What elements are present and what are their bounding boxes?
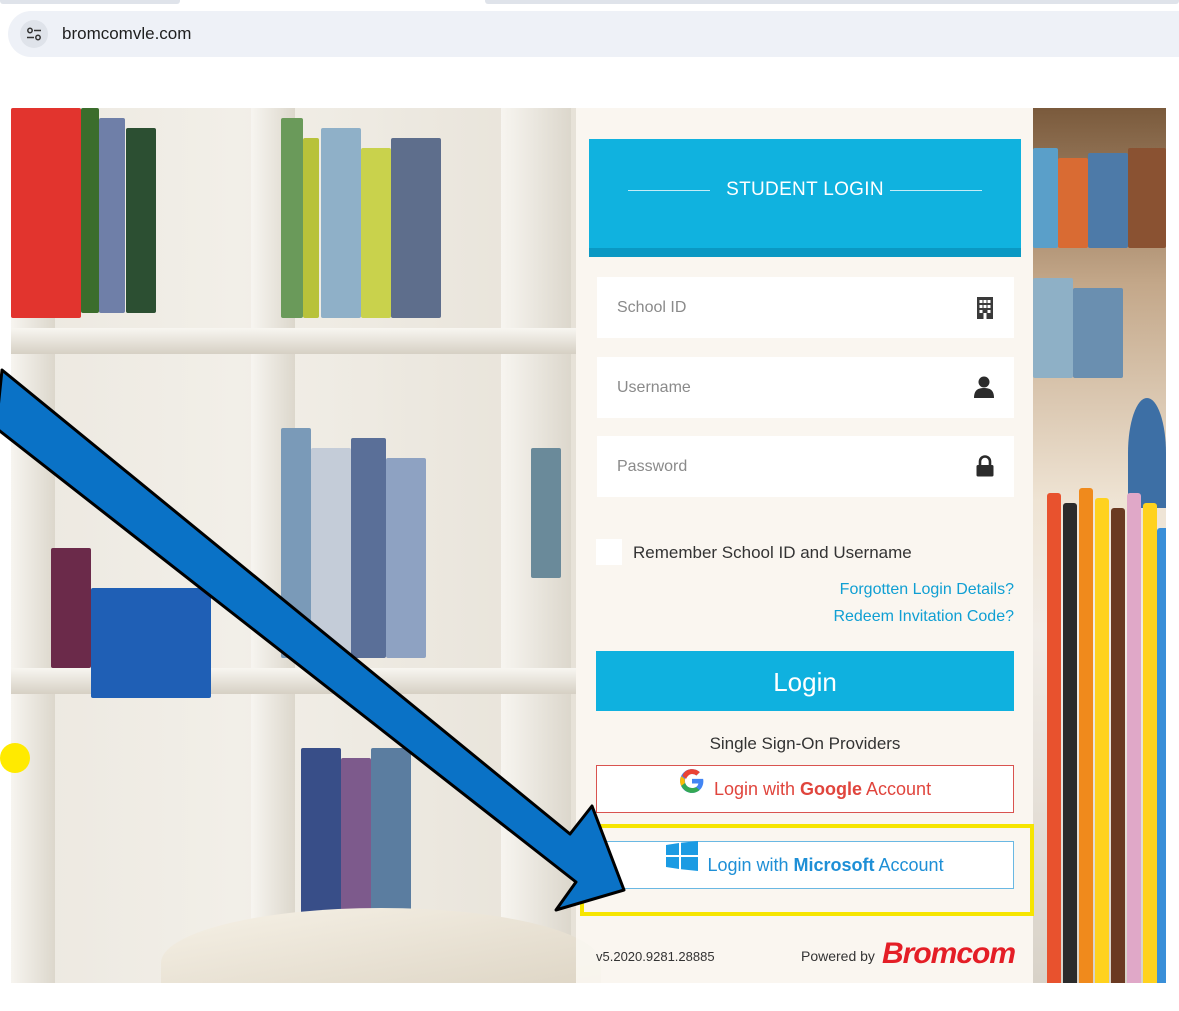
tab-edge[interactable]: [0, 0, 180, 4]
remember-checkbox[interactable]: [596, 539, 622, 565]
login-title: STUDENT LOGIN: [726, 179, 884, 200]
login-button[interactable]: Login: [596, 651, 1014, 711]
username-input[interactable]: [597, 357, 1014, 418]
user-icon: [974, 376, 994, 403]
version-text: v5.2020.9281.28885: [596, 949, 715, 964]
bromcom-logo: Bromcom: [882, 937, 1016, 970]
url-text[interactable]: bromcomvle.com: [62, 24, 191, 44]
sso-title: Single Sign-On Providers: [709, 734, 901, 753]
school-id-input[interactable]: [597, 277, 1014, 338]
google-login-brand: Google: [800, 779, 863, 799]
tab-edge[interactable]: [485, 0, 1179, 4]
lock-icon: [976, 455, 994, 482]
library-photo: [11, 108, 576, 983]
annotation-dot: [0, 743, 30, 773]
classroom-photo: [1033, 108, 1166, 983]
google-login-suffix: Account: [866, 779, 932, 799]
tab-strip: [0, 0, 1179, 9]
google-login-button[interactable]: Login with Google Account: [596, 765, 1014, 813]
password-input[interactable]: [597, 436, 1014, 497]
building-icon: [976, 296, 994, 325]
redeem-invitation-link[interactable]: Redeem Invitation Code?: [833, 608, 1014, 626]
annotation-highlight-box: [580, 824, 1034, 916]
username-field[interactable]: [597, 357, 1014, 418]
login-header: STUDENT LOGIN: [589, 139, 1021, 257]
school-id-field[interactable]: [597, 277, 1014, 338]
address-bar[interactable]: bromcomvle.com: [8, 11, 1179, 57]
password-field[interactable]: [597, 436, 1014, 497]
google-icon: [679, 765, 705, 811]
google-login-prefix: Login with: [713, 779, 795, 799]
forgotten-login-link[interactable]: Forgotten Login Details?: [840, 581, 1014, 599]
site-settings-icon[interactable]: [20, 20, 48, 48]
remember-label[interactable]: Remember School ID and Username: [633, 543, 912, 563]
powered-by-text: Powered by: [801, 948, 875, 964]
